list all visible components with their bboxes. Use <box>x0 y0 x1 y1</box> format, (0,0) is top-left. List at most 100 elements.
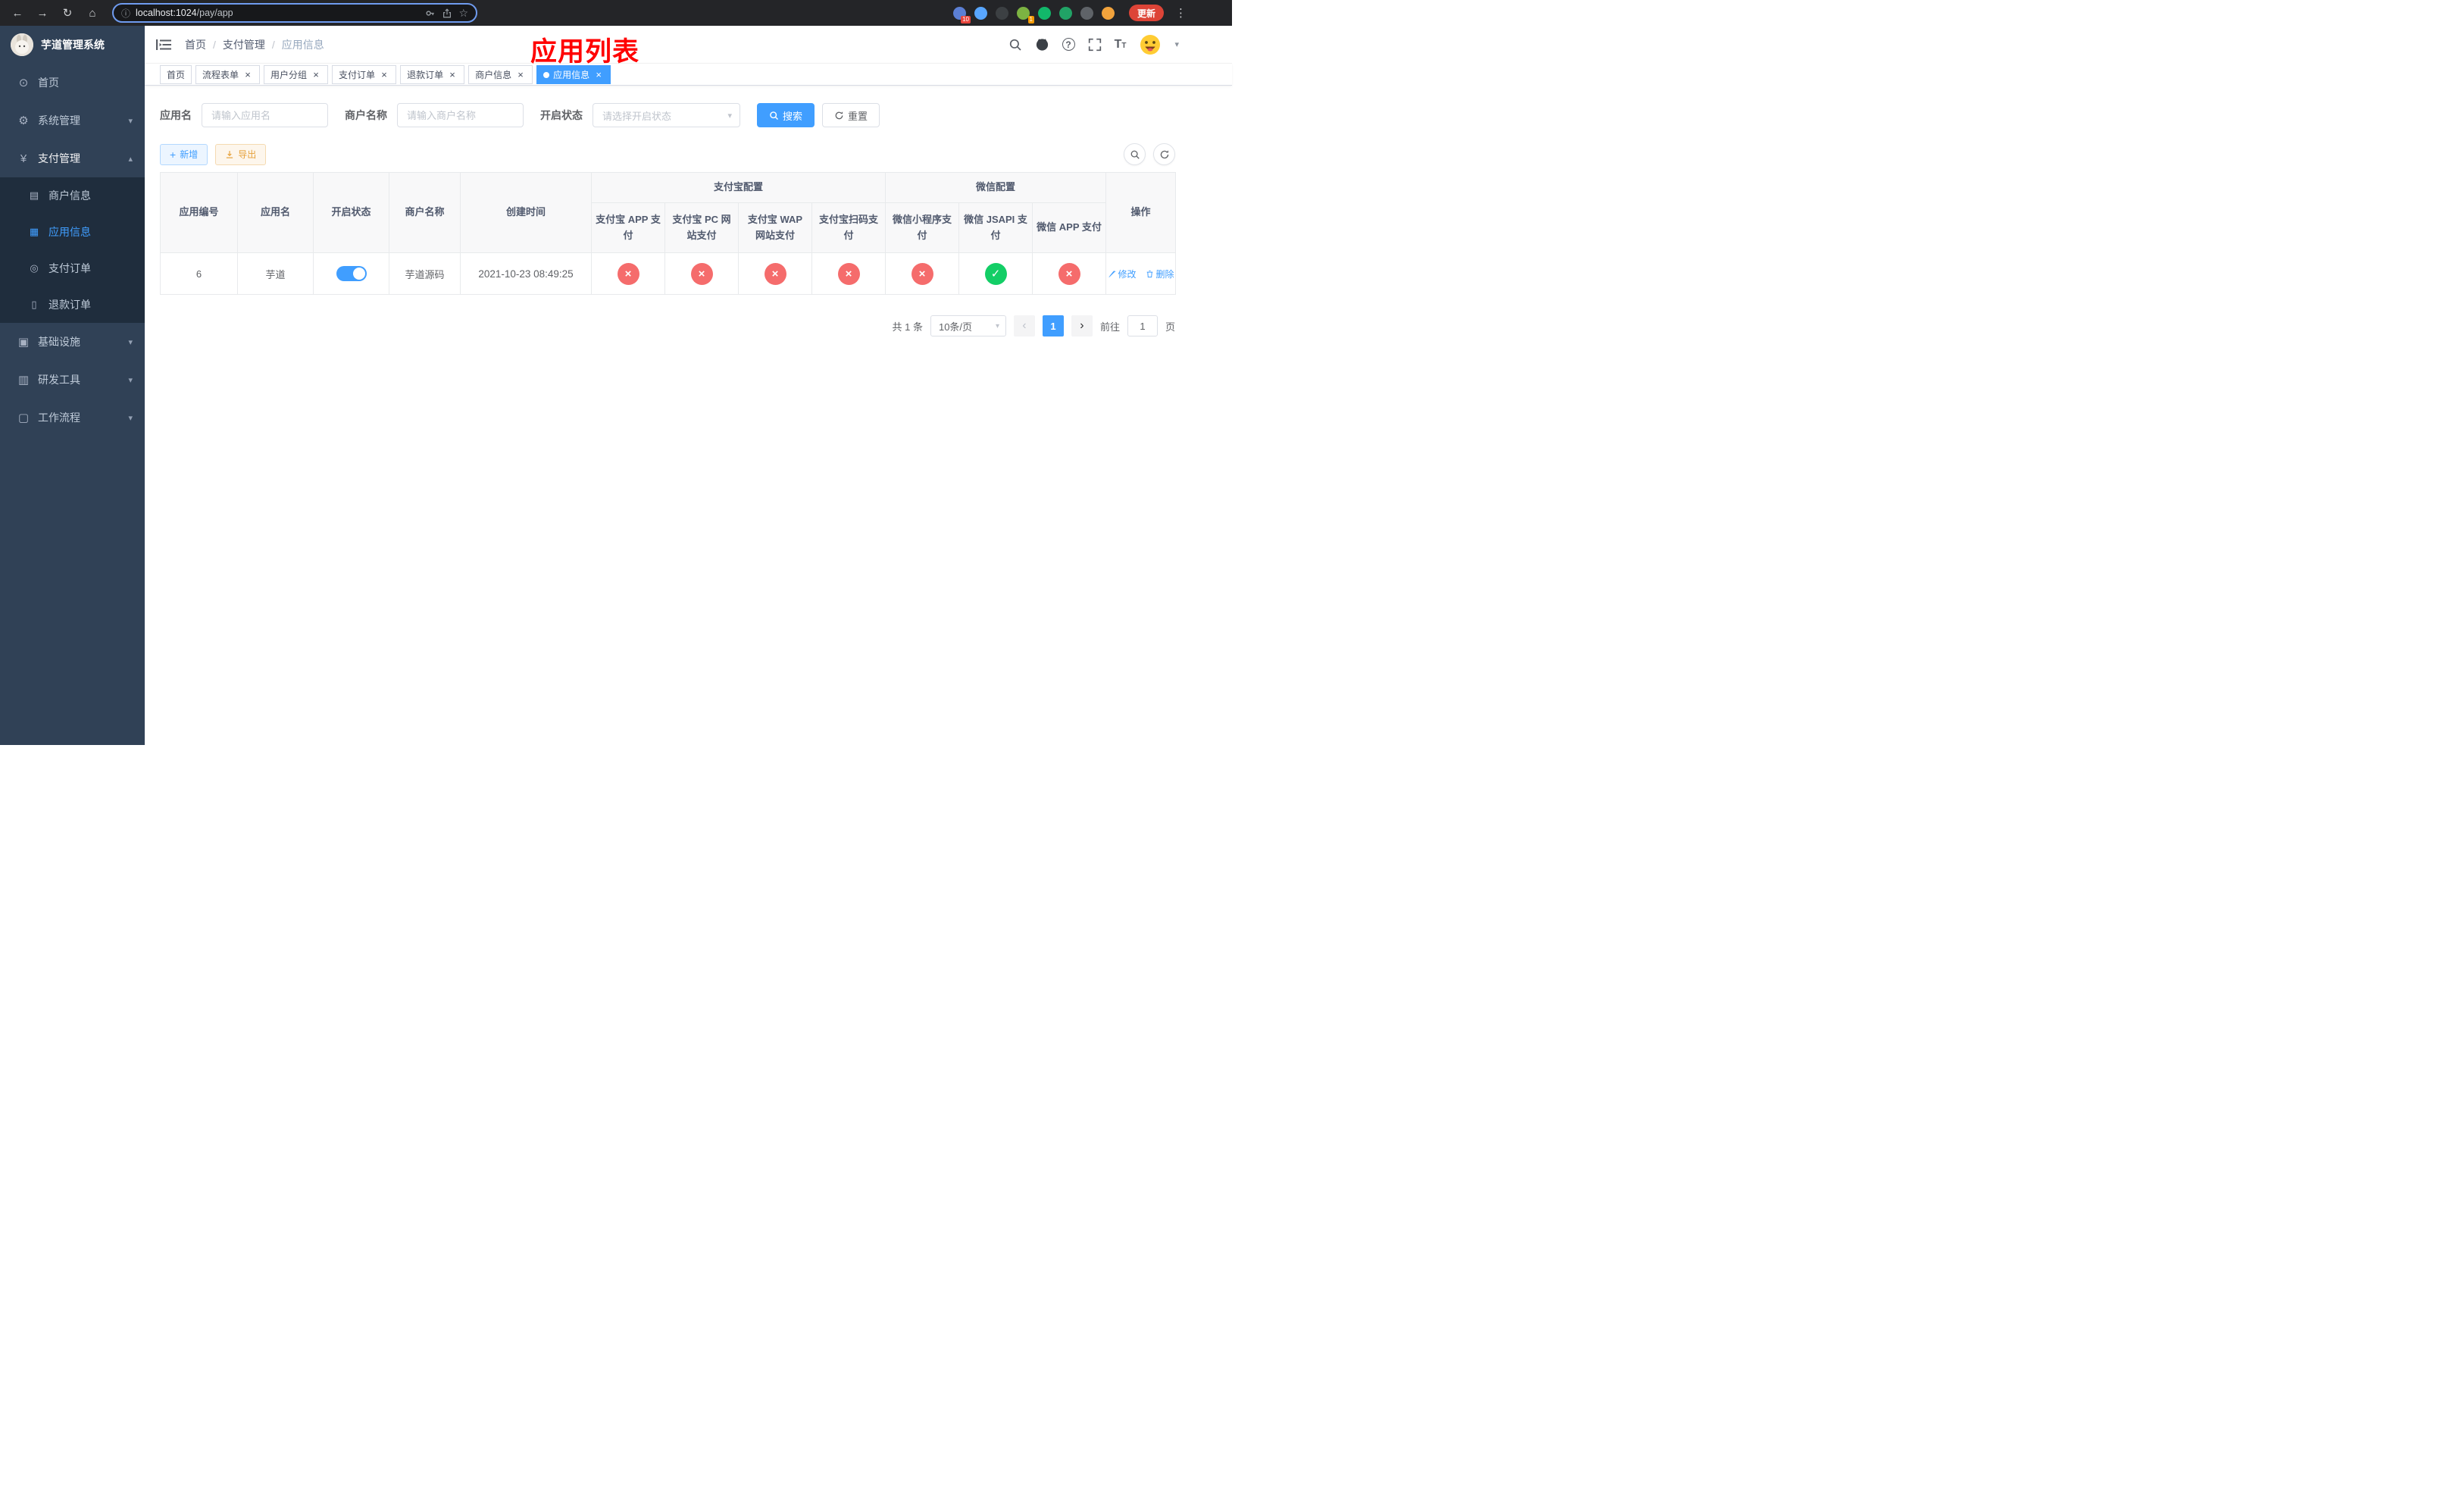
extension-pin-icon[interactable]: 10 <box>952 6 971 23</box>
search-button[interactable]: 搜索 <box>757 103 815 127</box>
payment-submenu: ▤ 商户信息 ▦ 应用信息 ◎ 支付订单 ▯ 退款订单 <box>0 177 145 323</box>
github-icon[interactable] <box>1035 37 1049 52</box>
tab-refund-order[interactable]: 退款订单 × <box>400 65 465 84</box>
navbar-actions: ? TT ▾ <box>1008 33 1179 56</box>
sidebar-item-home[interactable]: ⊙ 首页 <box>0 64 145 102</box>
prev-page-button[interactable]: ‹ <box>1013 315 1035 337</box>
site-info-icon[interactable]: ⓘ <box>121 7 130 20</box>
app-name-input[interactable] <box>202 103 328 127</box>
fullscreen-icon[interactable] <box>1088 38 1102 52</box>
close-tab-icon[interactable]: × <box>515 69 526 80</box>
sidebar-item-dev-tools[interactable]: ▥ 研发工具 ▾ <box>0 361 145 399</box>
extension-green-avatar-icon[interactable]: 1 <box>1016 6 1034 23</box>
font-size-icon[interactable]: TT <box>1115 38 1127 51</box>
tab-process-form[interactable]: 流程表单 × <box>195 65 261 84</box>
sidebar-fold-icon[interactable] <box>156 36 173 53</box>
delete-link[interactable]: 删除 <box>1146 268 1174 280</box>
extension-blue-icon[interactable] <box>974 6 987 20</box>
extension-chat-icon[interactable] <box>1058 6 1072 20</box>
col-header-app-id: 应用编号 <box>160 172 238 253</box>
cell-wechat-app: × <box>1032 252 1107 295</box>
chevron-down-icon: ▾ <box>128 337 133 347</box>
gear-icon: ⚙ <box>18 114 29 127</box>
reset-button[interactable]: 重置 <box>822 103 880 127</box>
browser-reload-button[interactable]: ↻ <box>58 3 77 23</box>
tab-merchant-info[interactable]: 商户信息 × <box>468 65 533 84</box>
chevron-down-icon: ▾ <box>128 375 133 385</box>
add-button-label: 新增 <box>180 149 199 160</box>
browser-update-button[interactable]: 更新 <box>1128 5 1164 21</box>
annotation-app-list: 应用列表 <box>530 37 640 67</box>
user-avatar[interactable] <box>1139 33 1162 56</box>
cell-wechat-mini: × <box>885 252 960 295</box>
toggle-search-button[interactable] <box>1124 143 1146 165</box>
close-tab-icon[interactable]: × <box>447 69 458 80</box>
breadcrumb-item-payment[interactable]: 支付管理 <box>223 37 265 52</box>
status-toggle[interactable] <box>336 266 367 281</box>
group-header-alipay: 支付宝配置 <box>590 172 886 203</box>
bookmark-star-icon[interactable]: ☆ <box>458 7 468 20</box>
col-header-wechat-jsapi: 微信 JSAPI 支付 <box>958 202 1033 253</box>
next-page-button[interactable]: › <box>1071 315 1093 337</box>
col-header-created: 创建时间 <box>460 172 592 253</box>
extension-pinwheel-icon[interactable] <box>1080 6 1093 20</box>
breadcrumb-item-home[interactable]: 首页 <box>185 37 206 52</box>
sidebar-item-label: 首页 <box>38 77 59 89</box>
address-bar[interactable]: ⓘ localhost:1024/pay/app ☆ <box>112 3 477 23</box>
browser-back-button[interactable]: ← <box>8 3 27 23</box>
cell-wechat-jsapi: ✓ <box>958 252 1033 295</box>
close-tab-icon[interactable]: × <box>311 69 321 80</box>
col-header-app-name: 应用名 <box>237 172 314 253</box>
sidebar-item-label: 工作流程 <box>38 412 80 424</box>
group-header-wechat: 微信配置 <box>885 172 1107 203</box>
edit-link[interactable]: 修改 <box>1108 268 1137 280</box>
refresh-button[interactable] <box>1153 143 1175 165</box>
dashboard-icon: ⊙ <box>18 77 29 89</box>
browser-home-button[interactable]: ⌂ <box>83 3 102 23</box>
status-select[interactable]: 请选择开启状态 ▾ <box>593 103 740 127</box>
browser-forward-button[interactable]: → <box>33 3 52 23</box>
sidebar-item-infrastructure[interactable]: ▣ 基础设施 ▾ <box>0 323 145 361</box>
sidebar-item-workflow[interactable]: ▢ 工作流程 ▾ <box>0 399 145 437</box>
sidebar-item-payment[interactable]: ¥ 支付管理 ▴ <box>0 139 145 177</box>
tab-user-group[interactable]: 用户分组 × <box>264 65 329 84</box>
sidebar-item-app-info[interactable]: ▦ 应用信息 <box>0 214 145 250</box>
sidebar-item-label: 研发工具 <box>38 374 80 386</box>
config-status-icon: × <box>690 262 713 285</box>
export-button[interactable]: 导出 <box>215 143 267 165</box>
search-icon[interactable] <box>1008 38 1022 52</box>
breadcrumb-item-current: 应用信息 <box>281 38 324 51</box>
goto-page-input[interactable] <box>1127 315 1158 337</box>
help-icon[interactable]: ? <box>1062 38 1075 51</box>
app-name-label: 应用名 <box>160 109 192 121</box>
close-tab-icon[interactable]: × <box>593 69 604 80</box>
sidebar-item-pay-order[interactable]: ◎ 支付订单 <box>0 250 145 286</box>
page-number-1[interactable]: 1 <box>1042 315 1064 337</box>
extension-green-check-icon[interactable] <box>1037 6 1051 20</box>
sidebar-item-merchant-info[interactable]: ▤ 商户信息 <box>0 177 145 214</box>
search-button-label: 搜索 <box>783 110 803 122</box>
merchant-name-input[interactable] <box>397 103 524 127</box>
cell-alipay-qr: × <box>811 252 886 295</box>
page-size-select[interactable]: 10条/页 ▾ <box>930 315 1006 337</box>
config-status-icon: × <box>1058 262 1080 285</box>
add-button[interactable]: + 新增 <box>160 143 208 165</box>
extension-face-icon[interactable] <box>1101 6 1115 20</box>
config-status-icon: × <box>911 262 933 285</box>
chevron-down-icon: ▾ <box>995 321 999 330</box>
sidebar-item-system[interactable]: ⚙ 系统管理 ▾ <box>0 102 145 139</box>
share-icon[interactable] <box>442 8 452 19</box>
workflow-icon: ▢ <box>17 412 30 424</box>
tab-pay-order[interactable]: 支付订单 × <box>332 65 397 84</box>
close-tab-icon[interactable]: × <box>242 69 253 80</box>
table-toolbar: + 新增 导出 <box>160 143 1175 165</box>
cell-alipay-wap: × <box>738 252 812 295</box>
cell-app-name: 芋道 <box>237 252 314 295</box>
extension-dark-icon[interactable] <box>995 6 1008 20</box>
sidebar-item-refund-order[interactable]: ▯ 退款订单 <box>0 286 145 323</box>
browser-menu-icon[interactable]: ⋮ <box>1175 6 1187 20</box>
avatar-caret-icon[interactable]: ▾ <box>1174 39 1179 49</box>
close-tab-icon[interactable]: × <box>379 69 389 80</box>
tab-home[interactable]: 首页 <box>160 65 192 84</box>
password-key-icon[interactable] <box>424 8 436 19</box>
